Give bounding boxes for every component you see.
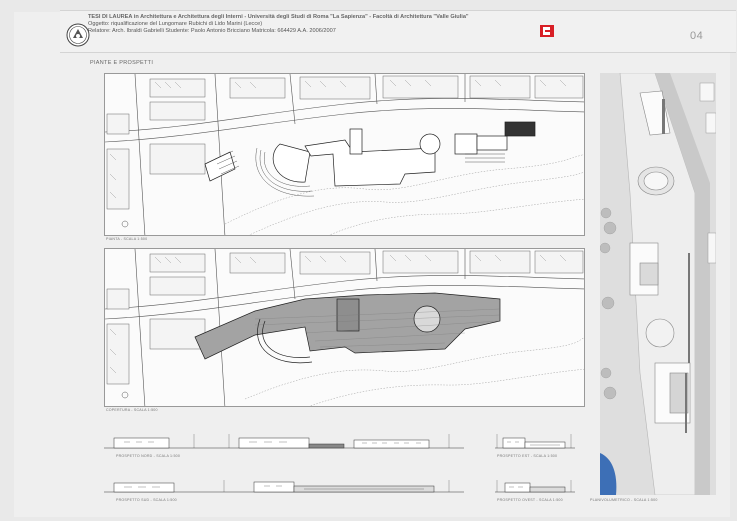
roof-plan xyxy=(104,248,585,407)
plan-bottom-caption: COPERTURA - SCALA 1:500 xyxy=(106,408,158,412)
elev-east-caption: PROSPETTO EST - SCALA 1:500 xyxy=(497,454,558,458)
north-elevation-drawing xyxy=(104,434,464,449)
title-block-text: TESI DI LAUREA in Architettura e Archite… xyxy=(88,14,548,35)
section-title: PIANTE E PROSPETTI xyxy=(90,60,154,66)
planivolumetric-view xyxy=(600,73,716,495)
sheet-number: 04 xyxy=(690,30,704,42)
university-seal-icon xyxy=(66,23,90,47)
poster-page: TESI DI LAUREA in Architettura e Archite… xyxy=(0,0,737,521)
view3d-caption: PLANIVOLUMETRICO - SCALA 1:500 xyxy=(590,498,658,502)
ground-floor-plan xyxy=(104,73,585,236)
plan-top-caption: PIANTA - SCALA 1:500 xyxy=(106,237,148,241)
west-elevation-drawing xyxy=(495,480,575,493)
faculty-logo-icon xyxy=(540,25,554,37)
thesis-title: TESI DI LAUREA in Architettura e Archite… xyxy=(88,14,469,20)
south-elevation-drawing xyxy=(104,480,464,493)
thesis-credits: Relatore: Arch. Ibraldi Gabrielli Studen… xyxy=(88,28,336,34)
east-elevation-drawing xyxy=(495,434,575,449)
elev-south-caption: PROSPETTO SUD - SCALA 1:500 xyxy=(116,498,177,502)
thesis-subject: Oggetto: riqualificazione del Lungomare … xyxy=(88,21,263,27)
elev-north-caption: PROSPETTO NORD - SCALA 1:500 xyxy=(116,454,181,458)
elev-west-caption: PROSPETTO OVEST - SCALA 1:500 xyxy=(497,498,563,502)
